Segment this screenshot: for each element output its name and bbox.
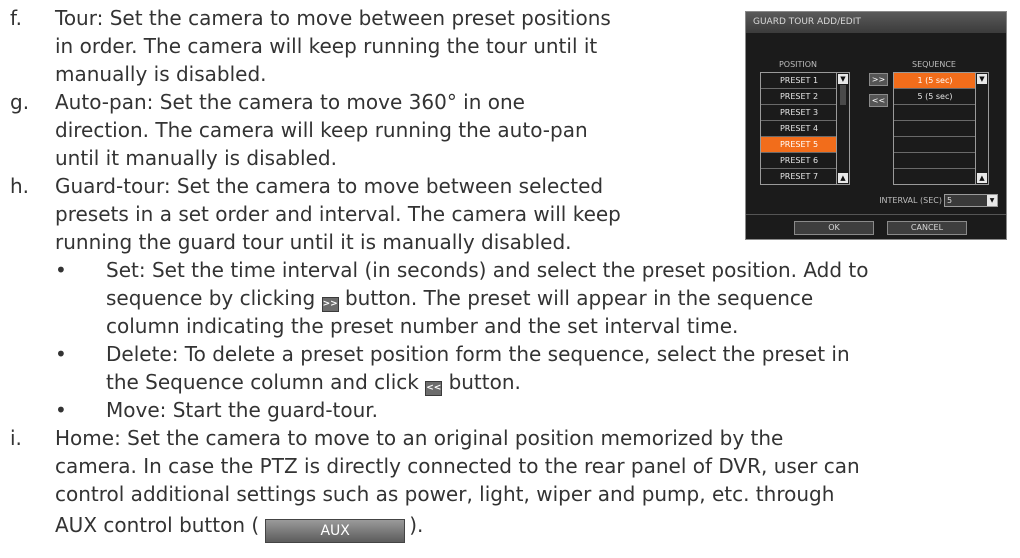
bullet-line: column indicating the preset number and … [106,314,739,338]
sequence-row[interactable] [894,169,976,185]
scroll-down-icon[interactable]: ▼ [977,74,987,84]
item-line: until it manually is disabled. [55,146,337,170]
item-line: Guard-tour: Set the camera to move betwe… [55,174,604,198]
remove-from-sequence-button[interactable]: << [869,94,888,107]
position-row[interactable]: PRESET 7 [761,169,837,185]
interval-value: 5 [947,196,953,205]
scroll-up-icon[interactable]: ▲ [838,173,848,183]
item-line: Tour: Set the camera to move between pre… [55,6,611,30]
bullet-dot: • [55,342,67,366]
bullet-line: sequence by clicking >> button. The pres… [106,284,1011,312]
add-to-sequence-button[interactable]: >> [869,73,888,86]
item-line: AUX control button (AUX). [55,511,1015,543]
item-line-part: AUX control button ( [55,513,260,537]
bullet-line-part: sequence by clicking [106,286,316,310]
item-letter: g. [10,90,30,114]
chevron-down-icon[interactable]: ▼ [987,195,997,206]
sequence-row[interactable] [894,137,976,153]
bullet-text: Move: Start the guard-tour. [106,396,1011,424]
bullet-line-part: button. The preset will appear in the se… [344,286,814,310]
position-row[interactable]: PRESET 2 [761,89,837,105]
item-line: running the guard tour until it is manua… [55,230,572,254]
item-line: direction. The camera will keep running … [55,118,588,142]
bullet-line: Move: Start the guard-tour. [106,398,379,422]
sequence-row[interactable] [894,153,976,169]
item-line: Home: Set the camera to move to an origi… [55,426,784,450]
item-line: in order. The camera will keep running t… [55,34,598,58]
position-list[interactable]: PRESET 1 PRESET 2 PRESET 3 PRESET 4 PRES… [760,72,850,185]
item-text: Tour: Set the camera to move between pre… [55,4,735,88]
bullet-line-part: button. [448,370,521,394]
scroll-thumb[interactable] [840,85,846,105]
bullet-dot: • [55,398,67,422]
item-line: manually is disabled. [55,62,267,86]
item-text: Auto-pan: Set the camera to move 360° in… [55,88,735,172]
dialog-title: GUARD TOUR ADD/EDIT [746,12,1006,33]
position-row[interactable]: PRESET 3 [761,105,837,121]
aux-button-image: AUX [265,519,406,543]
item-text: Guard-tour: Set the camera to move betwe… [55,172,735,256]
position-row-selected[interactable]: PRESET 5 [761,137,837,153]
item-line: control additional settings such as powe… [55,482,835,506]
bullet-dot: • [55,258,67,282]
sequence-scrollbar[interactable]: ▼ ▲ [975,73,988,184]
interval-label: INTERVAL (SEC) [879,196,942,205]
remove-arrow-icon: << [425,381,443,396]
interval-select[interactable]: 5 ▼ [944,194,998,207]
item-line-part: ). [409,513,424,537]
scroll-up-icon[interactable]: ▲ [977,173,987,183]
position-header: POSITION [778,60,818,69]
item-letter: i. [10,426,22,450]
item-line: Auto-pan: Set the camera to move 360° in… [55,90,525,114]
item-line: presets in a set order and interval. The… [55,202,621,226]
item-letter: f. [10,6,22,30]
cancel-button[interactable]: CANCEL [887,221,967,235]
sequence-row[interactable]: 5 (5 sec) [894,89,976,105]
position-row[interactable]: PRESET 6 [761,153,837,169]
item-letter: h. [10,174,30,198]
position-row[interactable]: PRESET 1 [761,73,837,89]
bullet-line-part: the Sequence column and click [106,370,419,394]
sequence-row-selected[interactable]: 1 (5 sec) [894,73,976,89]
bullet-text: Delete: To delete a preset position form… [106,340,1011,396]
dialog-divider [746,214,1006,215]
bullet-text: Set: Set the time interval (in seconds) … [106,256,1011,340]
position-row[interactable]: PRESET 4 [761,121,837,137]
scroll-down-icon[interactable]: ▼ [838,74,848,84]
sequence-row[interactable] [894,121,976,137]
sequence-list[interactable]: 1 (5 sec) 5 (5 sec) ▼ ▲ [893,72,989,185]
bullet-line: Delete: To delete a preset position form… [106,342,850,366]
item-line: camera. In case the PTZ is directly conn… [55,454,860,478]
guard-tour-dialog: GUARD TOUR ADD/EDIT POSITION SEQUENCE PR… [745,11,1007,240]
sequence-row[interactable] [894,105,976,121]
bullet-line: the Sequence column and click << button. [106,368,1011,396]
ok-button[interactable]: OK [794,221,874,235]
position-scrollbar[interactable]: ▼ ▲ [836,73,849,184]
item-text: Home: Set the camera to move to an origi… [55,424,1015,543]
sequence-header: SEQUENCE [912,60,956,69]
bullet-line: Set: Set the time interval (in seconds) … [106,258,869,282]
add-arrow-icon: >> [321,297,339,312]
